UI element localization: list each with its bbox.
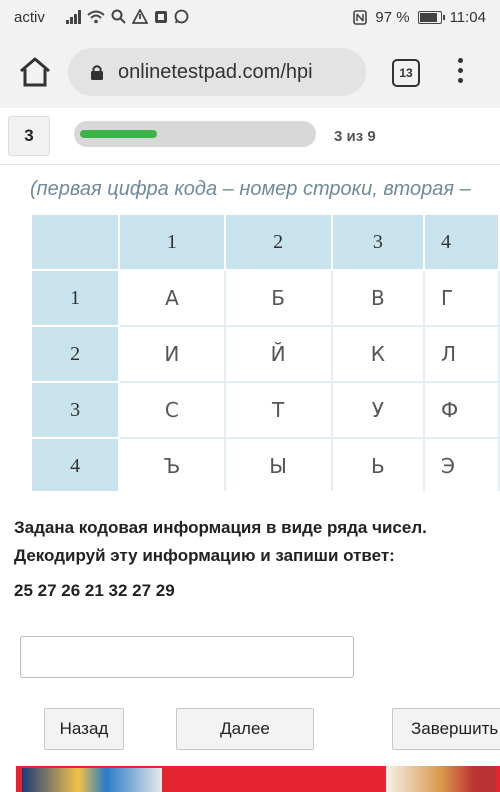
home-icon[interactable] <box>18 56 52 88</box>
answer-input[interactable] <box>20 636 354 678</box>
whatsapp-icon <box>174 9 189 24</box>
clock: 11:04 <box>449 9 486 26</box>
table-row: 3 С Т У Ф <box>30 381 500 439</box>
lock-icon <box>91 65 103 80</box>
status-bar: activ 97 % 11:04 <box>0 0 500 36</box>
wifi-icon <box>87 10 105 23</box>
code-sequence: 25 27 26 21 32 27 29 <box>14 581 175 600</box>
progress-bar-fill <box>80 130 157 138</box>
app-notification-icon <box>155 10 167 23</box>
progress-text: 3 из 9 <box>334 128 376 145</box>
table-cell: Э <box>422 437 500 491</box>
column-header: 2 <box>223 213 333 271</box>
column-header: 3 <box>330 213 425 271</box>
quiz-progress-row: 3 3 из 9 <box>0 108 500 165</box>
ad-image <box>22 768 162 792</box>
table-cell: С <box>118 381 226 439</box>
table-cell: А <box>118 269 226 327</box>
address-bar[interactable]: onlinetestpad.com/hpi <box>68 48 366 96</box>
table-row: 4 Ъ Ы Ь Э <box>30 437 500 491</box>
overflow-menu-icon[interactable] <box>454 58 466 88</box>
table-cell: Ы <box>223 437 333 491</box>
table-cell: У <box>330 381 425 439</box>
table-cell: И <box>118 325 226 383</box>
table-corner-cell <box>30 213 121 271</box>
code-table-container: 1 2 3 4 1 А Б В Г 2 И Й К Л 3 С Т У Ф 4 <box>30 213 500 491</box>
row-header: 1 <box>30 269 121 327</box>
row-header: 2 <box>30 325 121 383</box>
status-right: 97 % 11:04 <box>353 9 486 26</box>
warning-icon <box>132 9 148 24</box>
browser-toolbar: onlinetestpad.com/hpi 13 <box>0 36 500 108</box>
code-hint-text: (первая цифра кода – номер строки, втора… <box>30 178 471 200</box>
next-button[interactable]: Далее <box>176 708 314 750</box>
status-icons <box>66 9 189 24</box>
battery-percent: 97 % <box>375 9 410 26</box>
carrier-name: activ <box>14 9 45 26</box>
signal-icon <box>66 9 81 24</box>
table-cell: В <box>330 269 425 327</box>
table-cell: Б <box>223 269 333 327</box>
question-line: Задана кодовая информация в виде ряда чи… <box>14 518 427 537</box>
code-table: 1 2 3 4 1 А Б В Г 2 И Й К Л 3 С Т У Ф 4 <box>30 213 500 491</box>
table-cell: Л <box>422 325 500 383</box>
battery-icon <box>417 11 445 24</box>
table-row: 1 А Б В Г <box>30 269 500 327</box>
table-cell: Ъ <box>118 437 226 491</box>
row-header: 3 <box>30 381 121 439</box>
table-cell: К <box>330 325 425 383</box>
search-icon <box>111 9 126 24</box>
question-text: Задана кодовая информация в виде ряда чи… <box>14 514 494 570</box>
url-text: onlinetestpad.com/hpi <box>118 60 313 83</box>
back-button[interactable]: Назад <box>44 708 124 750</box>
nfc-icon <box>353 10 368 25</box>
column-header: 1 <box>118 213 226 271</box>
column-header: 4 <box>422 213 500 271</box>
ad-image <box>386 766 496 792</box>
progress-bar <box>74 121 316 147</box>
finish-button[interactable]: Завершить <box>392 708 500 750</box>
table-cell: Г <box>422 269 500 327</box>
table-cell: Й <box>223 325 333 383</box>
table-row: 2 И Й К Л <box>30 325 500 383</box>
row-header: 4 <box>30 437 121 491</box>
question-number-badge: 3 <box>8 116 50 156</box>
tab-switcher-button[interactable]: 13 <box>392 59 420 87</box>
table-cell: Т <box>223 381 333 439</box>
table-cell: Ь <box>330 437 425 491</box>
question-line: Декодируй эту информацию и запиши ответ: <box>14 546 395 565</box>
table-header-row: 1 2 3 4 <box>30 213 500 271</box>
table-cell: Ф <box>422 381 500 439</box>
ad-banner[interactable] <box>16 766 500 792</box>
